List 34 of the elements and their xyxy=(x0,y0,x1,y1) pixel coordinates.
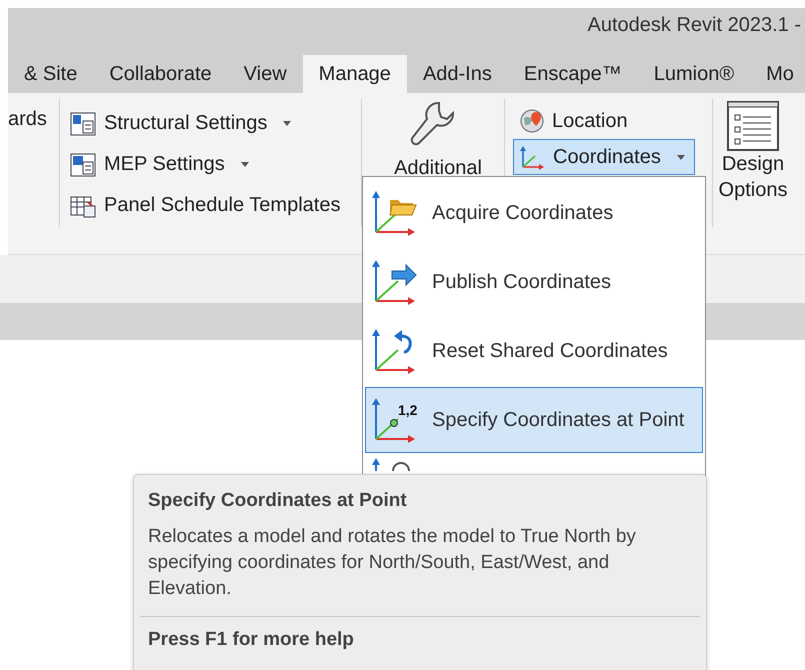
menu-item[interactable]: Acquire Coordinates xyxy=(365,180,703,246)
ribbon-tab[interactable]: Lumion® xyxy=(638,55,750,93)
settings-icon xyxy=(70,112,96,136)
tooltip-title: Specify Coordinates at Point xyxy=(148,490,408,512)
ribbon-command[interactable]: Design Options xyxy=(718,151,788,203)
help-hint: Press F1 for more help xyxy=(148,629,355,651)
ribbon-tab[interactable]: View xyxy=(228,55,303,93)
menu-item[interactable]: 1,2 Specify Coordinates at Point xyxy=(365,387,703,453)
ribbon-command[interactable]: Location xyxy=(552,110,628,132)
ribbon-command[interactable]: MEP Settings xyxy=(104,153,225,176)
settings-icon xyxy=(70,152,96,176)
axes-icon xyxy=(520,144,545,170)
menu-item[interactable]: Publish Coordinates xyxy=(365,249,703,315)
ribbon-tab[interactable]: & Site xyxy=(8,55,94,93)
ribbon-command[interactable]: Structural Settings xyxy=(104,112,268,135)
ribbon-tab[interactable]: Mo xyxy=(750,55,805,93)
panel-label: ards xyxy=(8,108,47,130)
ribbon-tab[interactable]: Enscape™ xyxy=(508,55,638,93)
globe-pin-icon xyxy=(520,109,544,133)
caret-icon xyxy=(676,154,685,160)
menu-item[interactable]: Reset Shared Coordinates xyxy=(365,318,703,384)
list-icon xyxy=(727,101,779,151)
tooltip-description: Relocates a model and rotates the model to True North by specifying coordinates for North/South, East/West, and Elevation. xyxy=(148,525,637,601)
ribbon-tab[interactable]: Add-Ins xyxy=(406,55,508,93)
ribbon-tab[interactable]: Collaborate xyxy=(93,55,228,93)
wrench-icon xyxy=(409,99,457,147)
axes-icon xyxy=(372,457,410,471)
ribbon-command[interactable]: Panel Schedule Templates xyxy=(104,194,340,217)
settings-icon xyxy=(70,194,96,218)
coordinates-button[interactable]: Coordinates xyxy=(513,139,695,175)
ribbon-command[interactable]: Additional xyxy=(394,157,482,180)
window-title: Autodesk Revit 2023.1 - xyxy=(588,14,801,38)
ribbon-tab[interactable]: Manage xyxy=(302,55,407,93)
icon-label: 1,2 xyxy=(398,402,418,418)
